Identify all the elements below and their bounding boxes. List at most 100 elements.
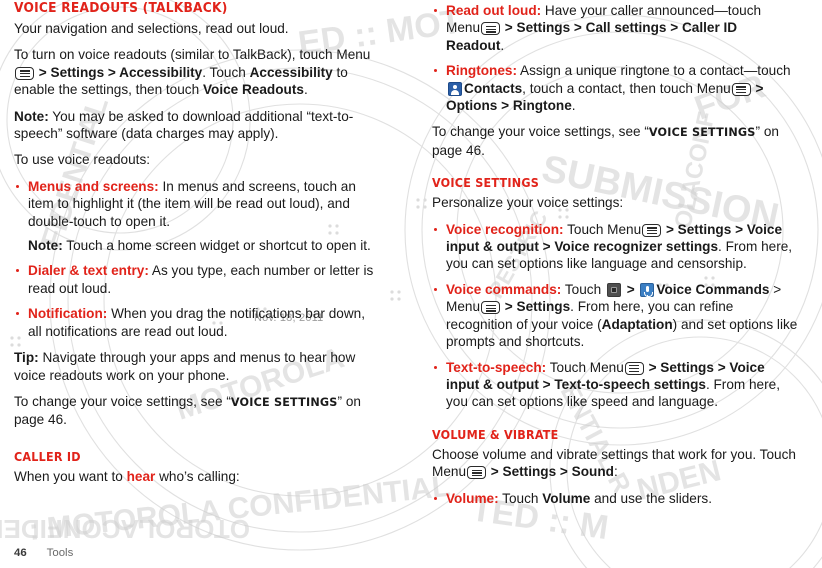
bullet-term: Dialer & text entry: — [28, 263, 149, 279]
bullet-gt-2: > — [497, 98, 513, 114]
bullet-dot-icon — [434, 9, 437, 12]
bullet-bold-settings: Settings — [660, 359, 714, 375]
caller-id-intro-post: who’s calling: — [155, 468, 240, 484]
manual-page: VOICE READOUTS (TALKBACK) Your navigatio… — [0, 0, 822, 568]
turn-on-accessibility: Accessibility — [119, 64, 203, 80]
page-footer: 46 Tools — [14, 547, 73, 559]
bullet-term: Voice commands: — [446, 281, 562, 297]
bullet-gt-2: > — [731, 221, 747, 237]
turn-on-settings: Settings — [50, 64, 105, 80]
bullet-term: Menus and screens: — [28, 178, 159, 194]
bullet-text-1: Touch — [498, 490, 543, 506]
turn-on-gt-1: > — [35, 64, 51, 80]
bullet-text-end: . — [571, 98, 576, 114]
caller-id-intro-emphasis: hear — [126, 468, 156, 484]
bullet-text-2: , touch a contact, then touch Menu — [522, 80, 731, 96]
voice-readouts-crossref: To change your voice settings, see “VOIC… — [14, 393, 380, 429]
bullet-term: Ringtones: — [446, 63, 517, 79]
crossref-pre: To change your voice settings, see “ — [432, 124, 649, 140]
bullet-dot-icon — [434, 227, 437, 231]
turn-on-text-5: . — [303, 82, 308, 98]
bullet-dot-icon — [434, 365, 437, 369]
voice-readouts-intro: Your navigation and selections, read out… — [14, 21, 289, 36]
list-item-menus-and-screens: Menus and screens: In menus and screens,… — [14, 178, 380, 255]
volume-colon: : — [613, 464, 618, 480]
volume-gt-1: > — [487, 464, 503, 480]
bullet-gt-1: > — [662, 221, 678, 237]
menu-key-icon — [15, 66, 34, 80]
right-column: Read out loud: Have your caller announce… — [432, 0, 798, 516]
turn-on-gt-2: > — [104, 64, 120, 80]
bullet-dot-icon — [434, 69, 437, 73]
section-heading-voice-readouts: VOICE READOUTS (TALKBACK) — [14, 0, 228, 16]
turn-on-accessibility-2: Accessibility — [249, 64, 333, 80]
note-label: Note: — [14, 108, 49, 124]
caller-id-intro-pre: When you want to — [14, 468, 127, 484]
volume-bold-settings: Settings — [502, 464, 557, 480]
volume-vibrate-intro: Choose volume and vibrate settings that … — [432, 446, 798, 481]
voice-readouts-tip: Tip: Navigate through your apps and menu… — [14, 349, 380, 384]
bullet-bold-contacts: Contacts — [464, 80, 523, 96]
bullet-text-end: . — [500, 37, 505, 53]
crossref-pre: To change your voice settings, see “ — [14, 393, 231, 409]
chapter-name: Tools — [46, 547, 74, 559]
bullet-dot-icon — [16, 269, 19, 273]
voice-readouts-note: Note: You may be asked to download addit… — [14, 108, 380, 143]
bullet-bold-call-settings: Call settings — [585, 20, 667, 36]
bullet-bold-ringtone: Ringtone — [512, 98, 572, 114]
turn-on-voice-readouts: Voice Readouts — [202, 82, 304, 98]
caller-id-crossref: To change your voice settings, see “VOIC… — [432, 123, 798, 159]
turn-on-text-3: . Touch — [202, 64, 250, 80]
menu-key-icon — [481, 301, 501, 315]
bullet-gt-1: > — [622, 281, 639, 297]
volume-vibrate-bullet-list: Volume: Touch Volume and use the sliders… — [432, 490, 798, 507]
menu-key-icon — [467, 466, 487, 480]
bullet-gt-2: > — [501, 299, 517, 315]
section-heading-voice-settings: VOICE SETTINGS — [432, 175, 539, 191]
bullet-text-1: Touch Menu — [563, 221, 642, 237]
bullet-bold-voice-commands: Voice Commands — [656, 281, 770, 297]
tip-label: Tip: — [14, 350, 39, 366]
page-number: 46 — [14, 547, 27, 559]
contacts-app-icon — [448, 81, 462, 96]
volume-gt-2: > — [556, 464, 572, 480]
bullet-gt-1: > — [644, 359, 661, 375]
tip-text: Navigate through your apps and menus to … — [14, 350, 356, 383]
bullet-dot-icon — [16, 312, 19, 316]
bullet-subnote: Note: Touch a home screen widget or shor… — [28, 237, 380, 254]
bullet-gt-3: > — [538, 376, 555, 392]
bullet-dot-icon — [16, 184, 19, 188]
app-launcher-icon — [606, 282, 621, 297]
bullet-dot-icon — [434, 287, 437, 291]
bullet-gt-2: > — [713, 359, 730, 375]
menu-key-icon — [731, 82, 751, 96]
list-item-notification: Notification: When you drag the notifica… — [14, 305, 380, 340]
bullet-text-1: Touch Menu — [546, 359, 624, 375]
list-item-voice-recognition: Voice recognition: Touch Menu > Settings… — [432, 221, 798, 273]
subnote-text: Touch a home screen widget or shortcut t… — [62, 238, 371, 254]
voice-settings-intro: Personalize your voice settings: — [432, 195, 624, 211]
bullet-gt-2: > — [570, 20, 586, 36]
volume-bold-sound: Sound — [571, 464, 614, 480]
bullet-bold-voice-recognizer-settings: Voice recognizer settings — [554, 239, 719, 255]
voice-settings-bullet-list: Voice recognition: Touch Menu > Settings… — [432, 221, 798, 411]
bullet-text-end: and use the sliders. — [590, 490, 712, 506]
bullet-bold-volume: Volume — [542, 490, 591, 506]
voice-readouts-bullet-list: Menus and screens: In menus and screens,… — [14, 178, 380, 340]
crossref-link[interactable]: VOICE SETTINGS — [231, 396, 338, 409]
bullet-bold-settings: Settings — [516, 20, 571, 36]
left-column: VOICE READOUTS (TALKBACK) Your navigatio… — [14, 0, 380, 494]
bullet-term: Text-to-speech: — [446, 359, 547, 375]
bullet-bold-settings: Settings — [516, 299, 571, 315]
bullet-term: Voice recognition: — [446, 221, 564, 237]
bullet-dot-icon — [434, 496, 437, 500]
bullet-bold-adaptation: Adaptation — [601, 316, 673, 332]
turn-on-text-1: To turn on voice readouts (similar to Ta… — [14, 47, 371, 63]
crossref-link[interactable]: VOICE SETTINGS — [649, 126, 756, 139]
bullet-term: Notification: — [28, 306, 108, 322]
caller-id-intro: When you want to hear who’s calling: — [14, 468, 380, 485]
bullet-bold-options: Options — [446, 98, 498, 114]
bullet-text-1: Assign a unique ringtone to a contact—to… — [516, 63, 791, 79]
list-item-ringtones: Ringtones: Assign a unique ringtone to a… — [432, 62, 798, 114]
subnote-label: Note: — [28, 238, 63, 254]
